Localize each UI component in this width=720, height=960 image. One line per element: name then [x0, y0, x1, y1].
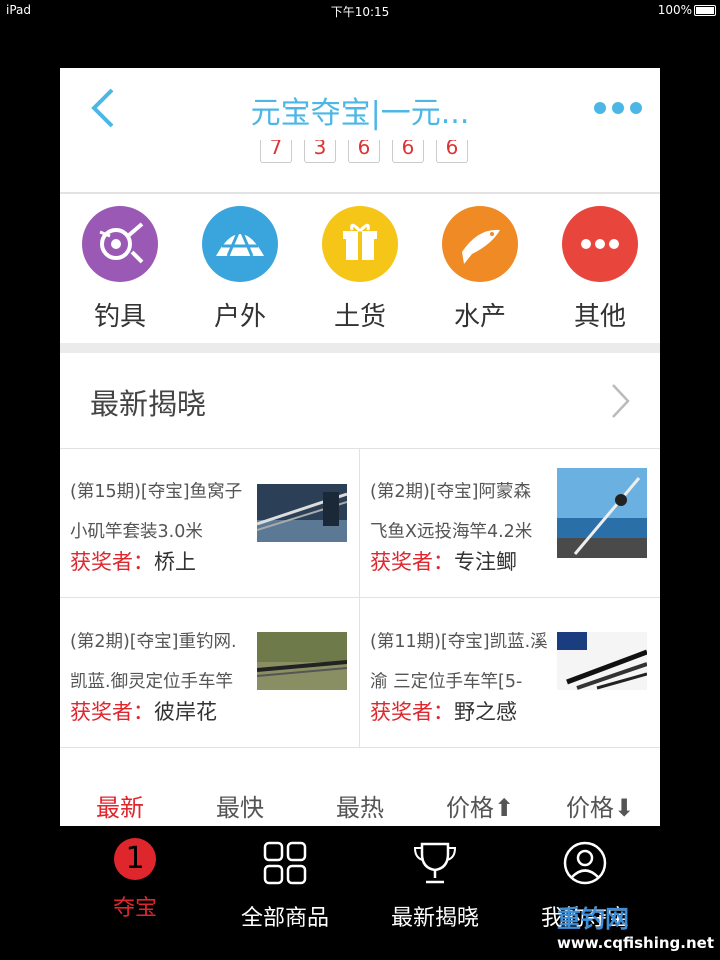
winner-name: 野之感: [454, 700, 517, 724]
battery-icon: [694, 5, 716, 16]
category-label: 水产: [453, 302, 506, 332]
latest-item[interactable]: (第2期)[夺宝]重钓网. 凯蓝.御灵定位手车竿 获奖者：彼岸花: [60, 598, 358, 746]
sort-tabs: 最新 最快 最热 价格⬆ 价格⬇: [60, 788, 660, 826]
category-fishing-gear[interactable]: 钓具: [60, 194, 180, 333]
tent-icon: [202, 206, 278, 282]
winner-label: 获奖者：: [70, 700, 154, 724]
bottom-tab-bar: 1 夺宝 全部商品 最新揭晓 我的夺宝 重钓网 www.cqfishing.ne…: [0, 826, 720, 960]
winner-line: 获奖者：野之感: [370, 696, 517, 726]
watermark-brand: 重钓网: [557, 905, 630, 933]
item-title-line1: (第2期)[夺宝]重钓网.: [70, 632, 237, 652]
product-image: [257, 484, 347, 542]
counter-digit: 6: [392, 140, 424, 163]
item-title-line2: 飞鱼X远投海竿4.2米: [370, 522, 533, 542]
winner-line: 获奖者：桥上: [70, 546, 196, 576]
latest-item[interactable]: (第15期)[夺宝]鱼窝子 小矶竿套装3.0米 获奖者：桥上: [60, 448, 358, 596]
item-title-line2: 凯蓝.御灵定位手车竿: [70, 672, 234, 692]
sort-tab-newest[interactable]: 最新: [60, 788, 180, 823]
watermark-url: www.cqfishing.net: [557, 934, 714, 952]
trophy-icon: [413, 842, 457, 884]
section-title: 最新揭晓: [90, 387, 207, 421]
arrow-down-icon: ⬇: [613, 794, 635, 822]
sort-label: 价格: [565, 794, 614, 822]
sort-tab-price-asc[interactable]: 价格⬆: [420, 788, 540, 823]
page-title: 元宝夺宝|一元...: [250, 96, 470, 131]
winner-line: 获奖者：彼岸花: [70, 696, 217, 726]
sort-tab-hottest[interactable]: 最热: [300, 788, 420, 823]
navbar: 元宝夺宝|一元...: [60, 68, 660, 148]
chevron-left-icon[interactable]: [88, 86, 128, 130]
counter-digit: 6: [436, 140, 468, 163]
grid-divider: [60, 747, 660, 748]
category-outdoor[interactable]: 户外: [180, 194, 300, 333]
winner-name: 专注鲫: [454, 550, 517, 574]
battery-percent: 100%: [657, 3, 692, 17]
more-icon: [562, 206, 638, 282]
product-image: [257, 632, 347, 690]
latest-section-header[interactable]: 最新揭晓: [60, 353, 660, 449]
fishing-reel-icon: [82, 206, 158, 282]
winner-label: 获奖者：: [370, 550, 454, 574]
sort-tab-price-desc[interactable]: 价格⬇: [540, 788, 660, 823]
winner-label: 获奖者：: [370, 700, 454, 724]
category-aquatic[interactable]: 水产: [420, 194, 540, 333]
more-dots-icon[interactable]: [594, 102, 642, 116]
latest-item[interactable]: (第2期)[夺宝]阿蒙森 飞鱼X远投海竿4.2米 获奖者：专注鲫: [360, 448, 658, 596]
category-row: 钓具 户外 土货 水产 其他: [60, 192, 660, 344]
badge-icon: 1: [114, 838, 156, 880]
status-bar: iPad 下午10:15 100%: [0, 0, 720, 20]
app-panel: 元宝夺宝|一元... 7 3 6 6 6 钓具 户外 土货 水产 其他 最新揭晓…: [60, 68, 660, 826]
product-image: [557, 632, 647, 690]
latest-item[interactable]: (第11期)[夺宝]凯蓝.溪 渝 三定位手车竿[5- 获奖者：野之感: [360, 598, 658, 746]
winner-label: 获奖者：: [70, 550, 154, 574]
item-title-line2: 渝 三定位手车竿[5-: [370, 672, 523, 692]
chevron-right-icon[interactable]: [610, 383, 630, 419]
arrow-up-icon: ⬆: [493, 794, 515, 822]
fish-icon: [442, 206, 518, 282]
category-other[interactable]: 其他: [540, 194, 660, 333]
grid-icon: [263, 841, 307, 885]
user-icon: [563, 841, 607, 885]
sort-label: 价格: [445, 794, 494, 822]
item-title-line1: (第2期)[夺宝]阿蒙森: [370, 482, 531, 502]
gift-icon: [322, 206, 398, 282]
watermark-logo: 重钓网 www.cqfishing.net: [557, 899, 714, 952]
category-label: 户外: [213, 302, 266, 332]
counter-digit: 3: [304, 140, 336, 163]
ticket-counter: 7 3 6 6 6: [260, 140, 468, 163]
category-label: 钓具: [93, 302, 146, 332]
winner-name: 彼岸花: [154, 700, 217, 724]
counter-digit: 7: [260, 140, 292, 163]
item-title-line1: (第15期)[夺宝]鱼窝子: [70, 482, 243, 502]
winner-name: 桥上: [154, 550, 196, 574]
counter-digit: 6: [348, 140, 380, 163]
winner-line: 获奖者：专注鲫: [370, 546, 517, 576]
item-title-line1: (第11期)[夺宝]凯蓝.溪: [370, 632, 548, 652]
section-divider: [60, 343, 660, 353]
category-local-goods[interactable]: 土货: [300, 194, 420, 333]
sort-tab-fastest[interactable]: 最快: [180, 788, 300, 823]
status-time: 下午10:15: [330, 5, 390, 19]
latest-grid: (第15期)[夺宝]鱼窝子 小矶竿套装3.0米 获奖者：桥上 (第2期)[夺宝]…: [60, 448, 660, 748]
item-title-line2: 小矶竿套装3.0米: [70, 522, 203, 542]
category-label: 土货: [333, 302, 386, 332]
product-image: [557, 468, 647, 558]
category-label: 其他: [573, 302, 626, 332]
